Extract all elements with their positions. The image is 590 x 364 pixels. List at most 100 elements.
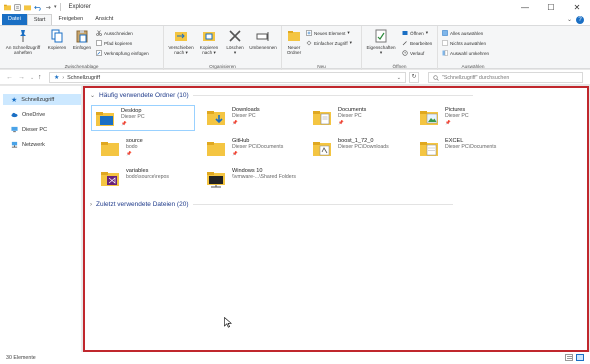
move-to-button[interactable]: Verschieben nach ▾ <box>166 29 196 55</box>
nav-label: Dieser PC <box>22 126 48 133</box>
delete-label: Löschen <box>226 45 244 50</box>
easy-access-label: Einfacher Zugriff <box>314 40 348 46</box>
select-all-icon <box>442 30 448 36</box>
qa-dropdown-icon[interactable]: ▾ <box>54 4 57 10</box>
nav-item-network[interactable]: Netzwerk <box>3 139 81 150</box>
properties-icon[interactable] <box>14 3 21 11</box>
ribbon-controls: ⌄ ? <box>567 16 584 24</box>
folder-tile-variables[interactable]: variables bodo\source\repos <box>97 166 201 192</box>
new-folder-icon <box>288 31 300 41</box>
cut-button[interactable]: Ausschneiden <box>96 30 133 36</box>
new-folder-icon[interactable] <box>24 4 31 11</box>
breadcrumb[interactable]: Schnellzugriff <box>67 75 100 81</box>
ribbon: An Schnellzugriff anheften Kopieren Einf… <box>0 25 590 70</box>
edit-icon <box>402 41 407 46</box>
pin-icon <box>20 30 26 42</box>
documents-folder-icon <box>313 111 331 125</box>
folder-tile-github[interactable]: GitHub Dieser PC\Documents 📌 <box>203 136 307 162</box>
pin-icon: 📌 <box>232 119 238 125</box>
header-divider <box>192 95 473 96</box>
back-arrow-icon[interactable]: ← <box>6 74 13 81</box>
pin-icon: 📌 <box>121 120 127 126</box>
new-item-button[interactable]: Neues Element ▾ <box>306 30 350 36</box>
paste-shortcut-icon <box>96 50 102 56</box>
network-folder-icon <box>207 172 225 188</box>
easy-access-icon <box>306 40 312 46</box>
new-folder-label-2: Ordner <box>286 50 302 55</box>
select-none-label: Nichts auswählen <box>450 40 487 46</box>
tab-freigeben[interactable]: Freigeben <box>52 14 89 25</box>
paste-button[interactable]: Einfügen <box>70 29 94 50</box>
nav-item-quick-access[interactable]: ★ Schnellzugriff <box>3 94 81 105</box>
open-button[interactable]: Öffnen ▾ <box>402 30 428 36</box>
delete-x-icon <box>229 30 241 42</box>
window-title: Explorer <box>68 4 91 10</box>
folder-tile-excel[interactable]: EXCEL Dieser PC\Documents <box>416 136 520 162</box>
address-dropdown-icon[interactable]: ⌄ <box>397 75 401 81</box>
copy-to-icon <box>203 32 215 41</box>
folder-tile-desktop[interactable]: Desktop Dieser PC 📌 <box>91 105 195 131</box>
undo-icon[interactable] <box>34 4 41 11</box>
copy-path-button[interactable]: Pfad kopieren <box>96 40 132 46</box>
help-icon[interactable]: ? <box>576 16 584 24</box>
properties-button[interactable]: Eigenschaften ▾ <box>364 29 398 55</box>
recent-locations-icon[interactable]: ⌄ <box>30 75 34 81</box>
copy-to-button[interactable]: Kopieren nach ▾ <box>196 29 222 55</box>
details-view-icon[interactable] <box>565 354 573 361</box>
tab-ansicht[interactable]: Ansicht <box>89 14 119 25</box>
maximize-button[interactable]: ☐ <box>538 0 564 14</box>
clipboard-group-label: Zwischenablage <box>64 64 99 69</box>
folder-tile-pictures[interactable]: Pictures Dieser PC 📌 <box>416 105 520 131</box>
large-icons-view-icon[interactable] <box>576 354 584 361</box>
folder-tile-documents[interactable]: Documents Dieser PC 📌 <box>309 105 413 131</box>
pin-label-2: anheften <box>14 50 32 55</box>
folder-path: \\vmware-...\Shared Folders <box>232 174 297 181</box>
history-button[interactable]: Verlauf <box>402 50 424 56</box>
invert-selection-button[interactable]: Auswahl umkehren <box>442 50 489 56</box>
pin-icon: 📌 <box>126 150 132 156</box>
search-input[interactable]: "Schnellzugriff" durchsuchen <box>428 72 583 83</box>
folder-tile-source[interactable]: source bodo 📌 <box>97 136 201 162</box>
copy-button[interactable]: Kopieren <box>44 29 70 50</box>
recent-files-header[interactable]: › Zuletzt verwendete Dateien (20) <box>90 201 453 208</box>
collapse-ribbon-icon[interactable]: ⌄ <box>567 16 572 24</box>
boost-folder-icon <box>313 142 331 156</box>
tab-datei[interactable]: Datei <box>2 14 27 25</box>
close-button[interactable]: ✕ <box>564 0 590 14</box>
visual-studio-folder-icon <box>101 172 119 186</box>
folder-tile-windows10[interactable]: Windows 10 \\vmware-...\Shared Folders <box>203 166 307 192</box>
edit-label: Bearbeiten <box>410 40 433 46</box>
history-label: Verlauf <box>410 50 425 56</box>
folder-icon <box>4 4 11 10</box>
rename-button[interactable]: Umbenennen <box>246 29 280 50</box>
easy-access-button[interactable]: Einfacher Zugriff ▾ <box>306 40 352 46</box>
redo-icon[interactable] <box>44 4 51 11</box>
folder-icon <box>207 142 225 156</box>
folder-tile-boost[interactable]: boost_1_72_0 Dieser PC\Downloads <box>309 136 413 162</box>
up-arrow-icon[interactable]: ↑ <box>38 74 42 81</box>
folder-icon <box>101 142 119 156</box>
group-clipboard: An Schnellzugriff anheften Kopieren Einf… <box>0 26 164 70</box>
history-icon <box>402 50 408 56</box>
paste-shortcut-button[interactable]: Verknüpfung einfügen <box>96 50 149 56</box>
nav-item-onedrive[interactable]: OneDrive <box>3 109 81 120</box>
delete-button[interactable]: Löschen ▾ <box>224 29 246 55</box>
forward-arrow-icon[interactable]: → <box>18 74 25 81</box>
paste-label: Einfügen <box>72 45 92 50</box>
frequent-folders-header[interactable]: ⌄ Häufig verwendete Ordner (10) <box>90 92 473 99</box>
view-buttons <box>565 354 584 361</box>
pin-quick-access-button[interactable]: An Schnellzugriff anheften <box>3 29 43 55</box>
nav-label: Netzwerk <box>22 141 45 148</box>
refresh-button[interactable]: ↻ <box>409 72 419 83</box>
address-bar[interactable]: ★ › Schnellzugriff ⌄ <box>49 72 406 83</box>
edit-button[interactable]: Bearbeiten <box>402 40 432 46</box>
chevron-right-icon: › <box>90 201 92 208</box>
folder-tile-downloads[interactable]: Downloads Dieser PC 📌 <box>203 105 307 131</box>
new-folder-button[interactable]: Neuer Ordner <box>284 29 304 55</box>
nav-item-this-pc[interactable]: Dieser PC <box>3 124 81 135</box>
select-none-button[interactable]: Nichts auswählen <box>442 40 486 46</box>
tab-start[interactable]: Start <box>26 14 53 25</box>
select-all-label: Alles auswählen <box>450 30 484 36</box>
minimize-button[interactable]: — <box>512 0 538 14</box>
select-all-button[interactable]: Alles auswählen <box>442 30 483 36</box>
